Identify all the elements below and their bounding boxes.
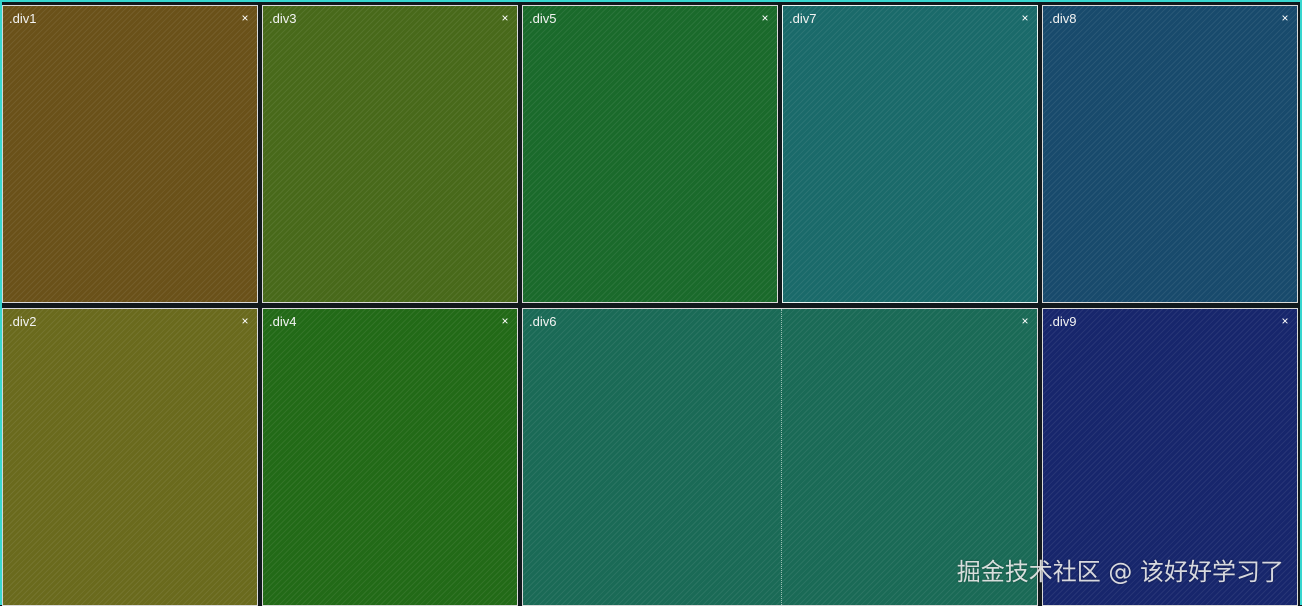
- panel-label: .div4: [269, 314, 296, 329]
- watermark: 掘金技术社区 @ 该好好学习了: [957, 552, 1284, 587]
- panel-label: .div6: [529, 314, 556, 329]
- panel-div8[interactable]: .div8 ×: [1042, 5, 1298, 303]
- panel-label: .div9: [1049, 314, 1076, 329]
- panel-div3[interactable]: .div3 ×: [262, 5, 518, 303]
- panel-label: .div7: [789, 11, 816, 26]
- panel-div1[interactable]: .div1 ×: [2, 5, 258, 303]
- close-icon[interactable]: ×: [499, 11, 511, 25]
- panel-label: .div8: [1049, 11, 1076, 26]
- close-icon[interactable]: ×: [1279, 314, 1291, 328]
- panel-label: .div3: [269, 11, 296, 26]
- close-icon[interactable]: ×: [239, 314, 251, 328]
- panel-div7[interactable]: .div7 ×: [782, 5, 1038, 303]
- panel-label: .div2: [9, 314, 36, 329]
- close-icon[interactable]: ×: [759, 11, 771, 25]
- panel-label: .div1: [9, 11, 36, 26]
- column-guide-line: [781, 309, 782, 605]
- panel-grid: .div1 × .div3 × .div5 × .div7 × .div8 × …: [2, 5, 1298, 605]
- close-icon[interactable]: ×: [1279, 11, 1291, 25]
- panel-label: .div5: [529, 11, 556, 26]
- close-icon[interactable]: ×: [1019, 314, 1031, 328]
- close-icon[interactable]: ×: [1019, 11, 1031, 25]
- panel-div5[interactable]: .div5 ×: [522, 5, 778, 303]
- close-icon[interactable]: ×: [239, 11, 251, 25]
- panel-div4[interactable]: .div4 ×: [262, 308, 518, 606]
- panel-div2[interactable]: .div2 ×: [2, 308, 258, 606]
- close-icon[interactable]: ×: [499, 314, 511, 328]
